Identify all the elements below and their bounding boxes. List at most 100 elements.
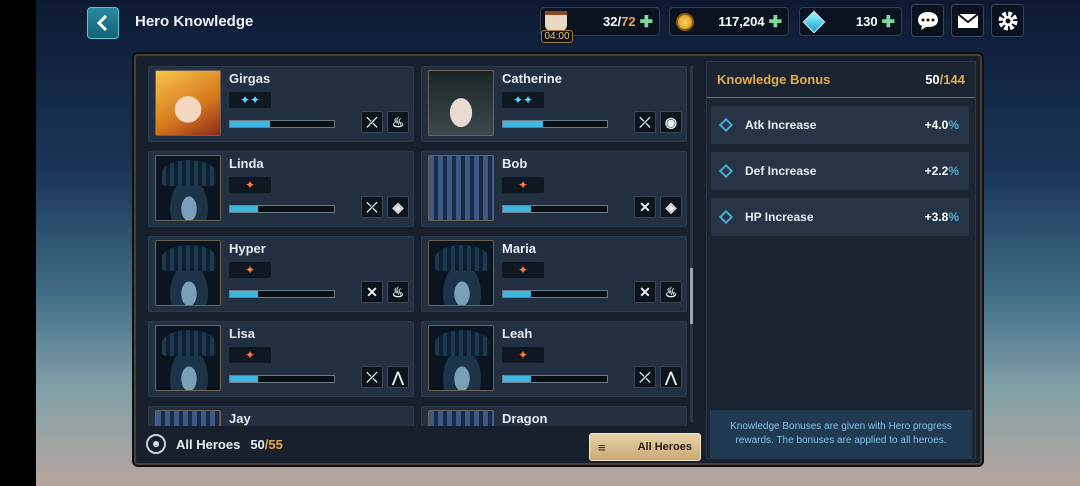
bonus-note: Knowledge Bonuses are given with Hero pr… (710, 410, 972, 458)
hero-card-jay[interactable]: Jay (148, 406, 414, 426)
chat-button[interactable] (911, 4, 944, 37)
hero-card-maria[interactable]: Maria ✦ ✕ ♨ (421, 236, 687, 312)
hero-portrait (428, 240, 494, 306)
hero-card-bob[interactable]: Bob ✦ ✕ ◈ (421, 151, 687, 227)
hero-portrait (155, 325, 221, 391)
back-button[interactable] (87, 7, 119, 39)
hero-portrait (155, 410, 221, 426)
knowledge-bonus-panel: Knowledge Bonus 50/144 Atk Increase +4.0… (706, 61, 976, 459)
element-badge: ✦ (502, 262, 544, 278)
mail-button[interactable] (951, 4, 984, 37)
bonus-header: Knowledge Bonus 50/144 (707, 62, 975, 98)
page-title: Hero Knowledge (135, 13, 254, 30)
chat-bubble-icon (917, 11, 938, 30)
bonus-value: +3.8 (924, 210, 949, 224)
mountain-icon: ⋀ (387, 366, 409, 388)
gold-amount: 117,204 (718, 14, 765, 29)
hero-name: Hyper (229, 241, 266, 256)
element-badge: ✦ (502, 347, 544, 363)
no-crossed-swords-icon: ⤫ (634, 111, 656, 133)
left-black-bar (0, 0, 36, 486)
bonus-value: +4.0 (924, 118, 949, 132)
hero-portrait (155, 155, 221, 221)
hero-card-dragon[interactable]: Dragon (421, 406, 687, 426)
hero-name: Dragon (502, 411, 548, 426)
diamond-shield-icon: ◈ (660, 196, 682, 218)
stamina-max: 72 (621, 14, 636, 29)
fire-icon: ♨ (387, 111, 409, 133)
element-badge: ✦ (229, 262, 271, 278)
element-badge: ✦✦ (229, 92, 271, 108)
all-heroes-label: All Heroes (176, 436, 241, 452)
fire-icon: ♨ (660, 281, 682, 303)
diamond-bullet-icon (718, 117, 734, 133)
hero-filter-button[interactable]: ≡ All Heroes (589, 433, 701, 461)
element-badge: ✦ (502, 177, 544, 193)
add-gems-icon[interactable]: ✚ (882, 12, 895, 32)
hero-name: Bob (502, 156, 528, 171)
gem-counter[interactable]: 130 ✚ (799, 7, 902, 36)
stamina-timer: 04:00 (541, 30, 573, 43)
gold-coin-icon (676, 12, 694, 31)
hero-name: Girgas (229, 71, 271, 86)
no-crossed-swords-icon: ⤫ (361, 196, 383, 218)
add-stamina-icon[interactable]: ✚ (640, 12, 653, 32)
knowledge-progress-bar (502, 375, 608, 383)
no-crossed-swords-icon: ⤫ (361, 366, 383, 388)
element-badge: ✦ (229, 177, 271, 193)
fire-icon: ♨ (387, 281, 409, 303)
hero-name: Maria (502, 241, 536, 256)
hero-name: Leah (502, 326, 533, 341)
hero-portrait (428, 70, 494, 136)
add-gold-icon[interactable]: ✚ (769, 12, 782, 32)
heroes-owned-count: 50 (250, 436, 265, 452)
hero-card-girgas[interactable]: Girgas ✦✦ ⤫ ♨ (148, 66, 414, 142)
water-drop-icon: ◉ (660, 111, 682, 133)
hero-name: Catherine (502, 71, 562, 86)
no-crossed-swords-icon: ⤫ (361, 111, 383, 133)
knowledge-progress-bar (229, 120, 335, 128)
diamond-icon (802, 10, 826, 33)
scrollbar-track[interactable] (690, 66, 693, 422)
hero-portrait (428, 325, 494, 391)
bonus-row-hp: HP Increase +3.8% (711, 198, 969, 236)
coffee-cup-icon (545, 11, 567, 31)
stamina-counter[interactable]: 04:00 32/72 ✚ (540, 7, 660, 43)
hero-portrait (155, 70, 221, 136)
bonus-row-def: Def Increase +2.2% (711, 152, 969, 190)
element-badge: ✦ (229, 347, 271, 363)
gem-amount: 130 (855, 14, 878, 29)
bonus-title: Knowledge Bonus (717, 72, 831, 87)
bonus-value: +2.2 (924, 164, 949, 178)
knowledge-progress-bar (502, 205, 608, 213)
hero-card-linda[interactable]: Linda ✦ ⤫ ◈ (148, 151, 414, 227)
crossed-swords-icon: ✕ (634, 196, 656, 218)
hero-portrait (155, 240, 221, 306)
main-panel: Girgas ✦✦ ⤫ ♨ Catherine ✦✦ ⤫ ◉ Linda ✦ ⤫… (134, 54, 982, 465)
diamond-shield-icon: ◈ (387, 196, 409, 218)
hero-count-summary: ☻ All Heroes 50/55 (146, 434, 283, 454)
scrollbar-thumb[interactable] (690, 268, 693, 324)
hero-helmet-icon: ☻ (146, 434, 166, 454)
hero-card-catherine[interactable]: Catherine ✦✦ ⤫ ◉ (421, 66, 687, 142)
knowledge-progress-bar (229, 205, 335, 213)
knowledge-progress-bar (502, 290, 608, 298)
hero-card-hyper[interactable]: Hyper ✦ ✕ ♨ (148, 236, 414, 312)
hero-portrait (428, 155, 494, 221)
menu-lines-icon: ≡ (598, 439, 606, 455)
hero-name: Linda (229, 156, 264, 171)
hero-card-leah[interactable]: Leah ✦ ⤫ ⋀ (421, 321, 687, 397)
crossed-swords-icon: ✕ (634, 281, 656, 303)
bonus-label: Def Increase (745, 164, 817, 178)
gold-counter[interactable]: 117,204 ✚ (669, 7, 789, 36)
settings-button[interactable] (991, 4, 1024, 37)
hero-name: Lisa (229, 326, 256, 341)
knowledge-progress-bar (229, 375, 335, 383)
knowledge-progress-bar (229, 290, 335, 298)
diamond-bullet-icon (718, 209, 734, 225)
hero-list[interactable]: Girgas ✦✦ ⤫ ♨ Catherine ✦✦ ⤫ ◉ Linda ✦ ⤫… (148, 66, 694, 426)
hero-card-lisa[interactable]: Lisa ✦ ⤫ ⋀ (148, 321, 414, 397)
bonus-max: 144 (943, 72, 965, 87)
element-badge: ✦✦ (502, 92, 544, 108)
diamond-bullet-icon (718, 163, 734, 179)
